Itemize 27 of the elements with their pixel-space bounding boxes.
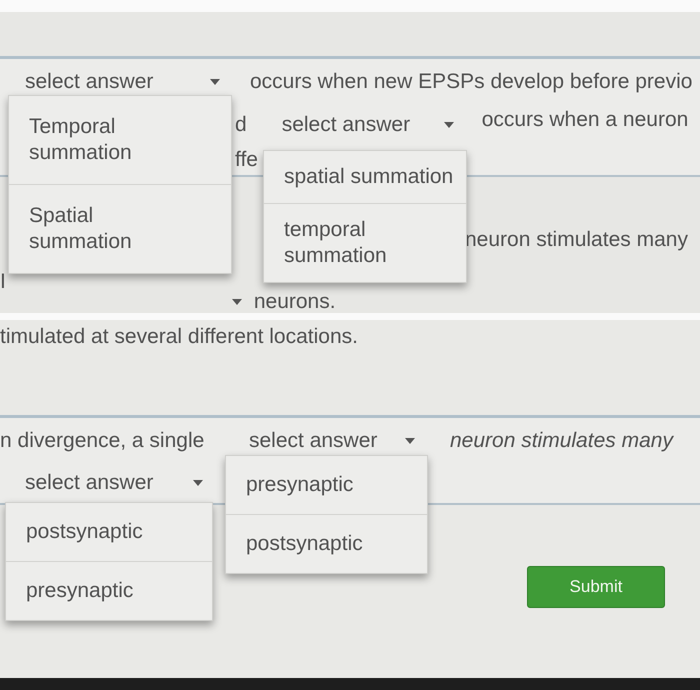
question-text: occurs when new EPSPs develop before previo <box>250 69 692 95</box>
menu-option[interactable]: presynaptic <box>6 561 212 620</box>
question-text: n divergence, a single <box>0 428 204 454</box>
answer-dropdown[interactable]: select answer <box>282 112 464 138</box>
question-text: neuron stimulates many <box>450 428 673 454</box>
text-fragment: ffe <box>235 147 258 173</box>
answer-dropdown[interactable]: select answer <box>249 428 425 454</box>
caret-icon <box>193 480 203 486</box>
answer-dropdown[interactable]: select answer <box>25 69 230 95</box>
menu-option[interactable]: presynaptic <box>226 456 427 514</box>
text-fragment: d <box>235 112 247 138</box>
question-text: occurs when a neuron <box>482 107 688 133</box>
caret-icon <box>232 299 242 305</box>
menu-option[interactable]: temporal summation <box>264 203 466 282</box>
caret-icon <box>444 122 454 128</box>
caret-icon <box>405 438 415 444</box>
answer-dropdown[interactable]: select answer <box>25 470 213 496</box>
question-text: timulated at several different locations. <box>0 324 359 350</box>
menu-option[interactable]: spatial summation <box>264 151 466 203</box>
caret-icon <box>210 79 220 85</box>
text-fragment: I <box>0 269 6 296</box>
question-text: neuron stimulates many <box>465 227 688 254</box>
question-text: neurons. <box>254 291 336 313</box>
menu-option[interactable]: postsynaptic <box>6 503 212 561</box>
menu-option[interactable]: Spatial summation <box>9 184 231 273</box>
menu-option[interactable]: postsynaptic <box>226 514 427 573</box>
menu-option[interactable]: Temporal summation <box>9 96 231 184</box>
